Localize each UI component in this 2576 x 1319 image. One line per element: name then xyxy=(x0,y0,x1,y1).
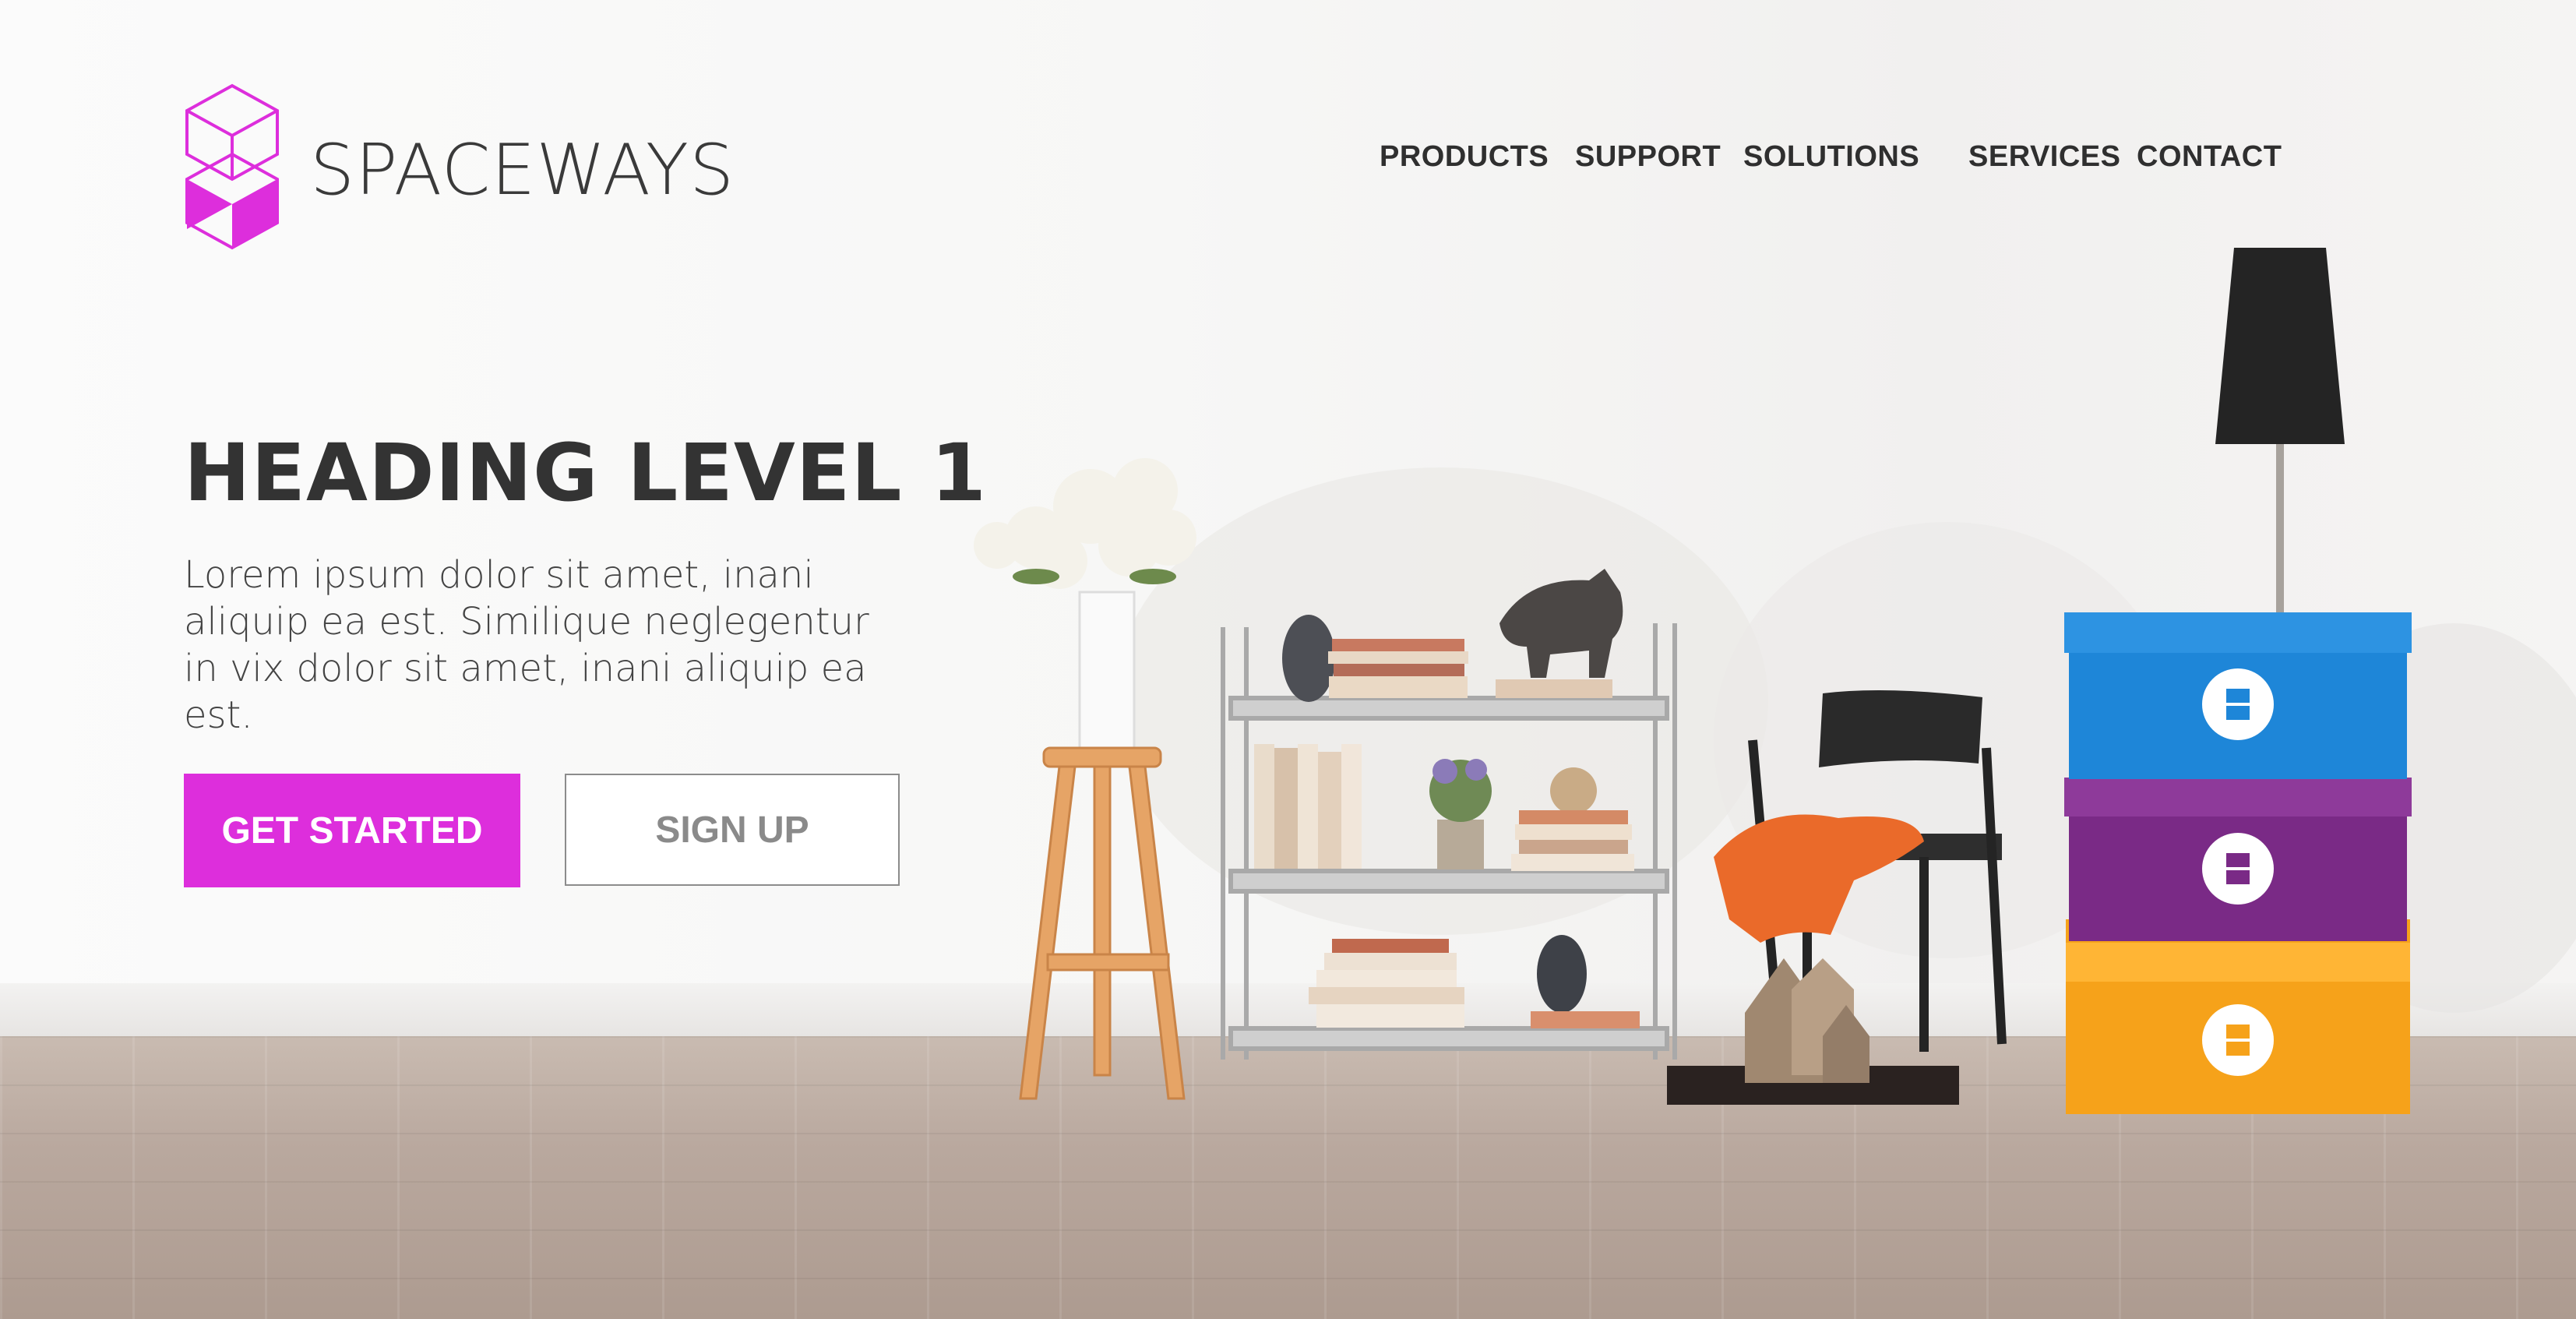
nav-item-contact[interactable]: CONTACT xyxy=(2137,140,2282,174)
nav-item-solutions[interactable]: SOLUTIONS xyxy=(1743,140,1919,174)
hero-description: Lorem ipsum dolor sit amet, inani aliqui… xyxy=(184,553,869,737)
nav-item-support[interactable]: SUPPORT xyxy=(1575,140,1721,174)
baseboard xyxy=(0,983,2576,1039)
hero-heading: HEADING LEVEL 1 xyxy=(184,427,987,520)
nav-item-products[interactable]: PRODUCTS xyxy=(1380,140,1549,174)
get-started-button[interactable]: GET STARTED xyxy=(184,774,520,887)
main-nav: PRODUCTS SUPPORT SOLUTIONS SERVICES CONT… xyxy=(0,140,2576,187)
wood-floor xyxy=(0,1036,2576,1319)
sign-up-button[interactable]: SIGN UP xyxy=(565,774,900,886)
nav-item-services[interactable]: SERVICES xyxy=(1968,140,2120,174)
